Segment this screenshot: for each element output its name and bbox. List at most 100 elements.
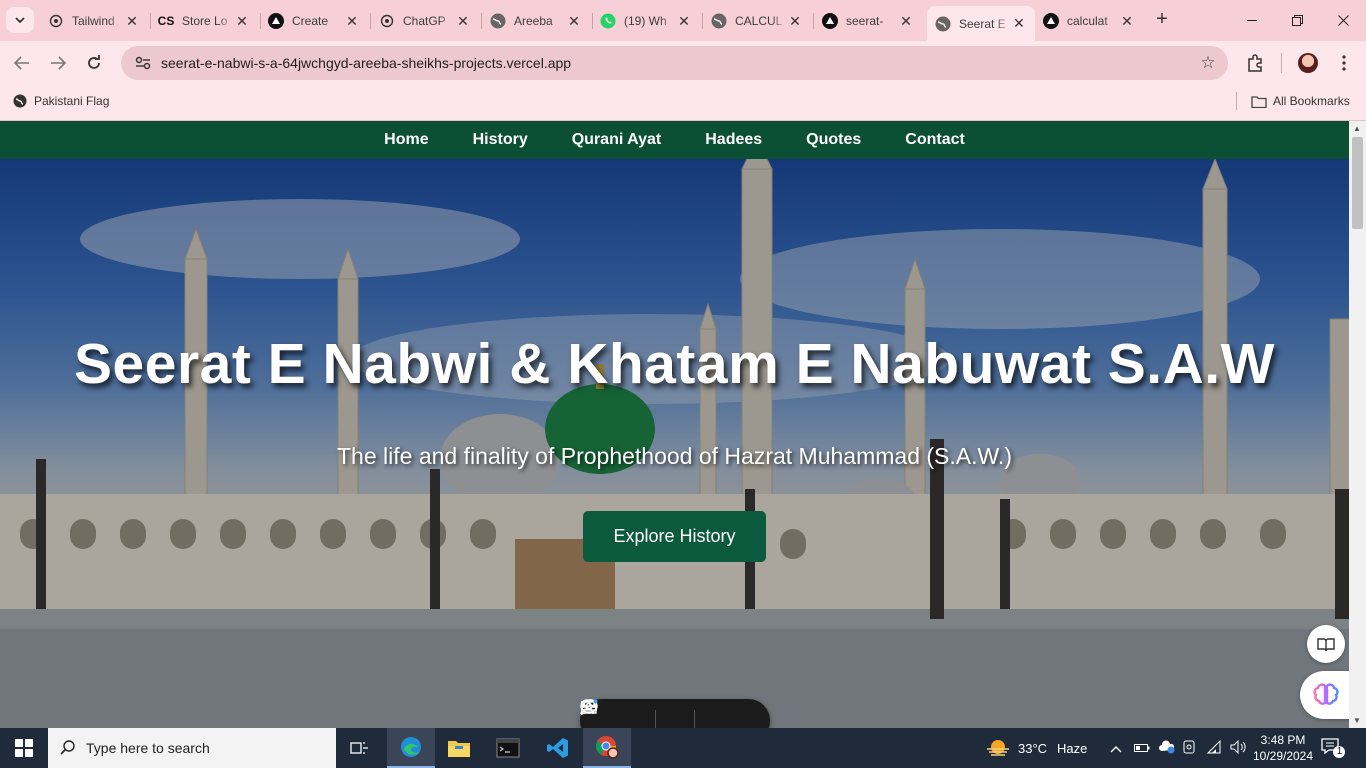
minimize-icon (1247, 19, 1257, 21)
add-user-button[interactable] (580, 700, 727, 729)
globe-icon (711, 13, 727, 29)
tab-title: Seerat E (959, 16, 1006, 31)
close-tab-icon[interactable]: ✕ (344, 13, 360, 30)
vercel-icon (268, 13, 284, 29)
tab-title: calculat (1067, 14, 1108, 28)
nav-contact[interactable]: Contact (905, 131, 965, 149)
taskbar-search-placeholder: Type here to search (86, 740, 210, 756)
browser-tab[interactable]: CS Store Lo ✕ (150, 6, 258, 36)
browser-tab[interactable]: Create ✕ (260, 6, 368, 36)
ai-assistant-button[interactable] (1300, 671, 1352, 719)
close-tab-icon[interactable]: ✕ (787, 13, 803, 30)
folder-icon (448, 741, 470, 757)
extensions-icon[interactable] (1243, 51, 1267, 75)
tab-search-button[interactable] (6, 7, 34, 33)
close-tab-icon[interactable]: ✕ (234, 13, 250, 30)
weather-widget[interactable]: 33°C Haze (985, 728, 1087, 768)
chatgpt-icon (379, 13, 395, 29)
bookmark-pakistani-flag[interactable]: Pakistani Flag (12, 93, 109, 109)
task-view-button[interactable] (336, 728, 384, 768)
taskbar-edge[interactable] (387, 728, 435, 768)
browser-tab[interactable]: (19) Wh ✕ (592, 6, 700, 36)
tune-icon (135, 56, 151, 70)
back-button[interactable] (8, 49, 36, 77)
nav-qurani-ayat[interactable]: Qurani Ayat (572, 131, 662, 149)
page-viewport: Home History Qurani Ayat Hadees Quotes C… (0, 121, 1349, 728)
hero-section: Seerat E Nabwi & Khatam E Nabuwat S.A.W … (0, 159, 1349, 728)
weather-condition: Haze (1057, 740, 1088, 756)
terminal-icon (496, 738, 520, 758)
system-clock[interactable]: 3:48 PM 10/29/2024 (1247, 732, 1319, 764)
new-tab-button[interactable]: + (1151, 9, 1173, 31)
site-settings-icon[interactable] (125, 56, 161, 70)
close-tab-icon[interactable]: ✕ (1011, 15, 1027, 32)
explore-history-button[interactable]: Explore History (583, 511, 766, 562)
taskbar-search[interactable]: Type here to search (48, 728, 336, 768)
scroll-up-arrow-icon[interactable]: ▲ (1353, 124, 1361, 133)
close-tab-icon[interactable]: ✕ (1119, 13, 1135, 30)
url-text[interactable]: seerat-e-nabwi-s-a-64jwchgyd-areeba-shei… (161, 55, 1188, 71)
onedrive-icon[interactable] (1158, 739, 1176, 757)
close-icon (1337, 15, 1349, 26)
browser-tab[interactable]: Areeba ✕ (482, 6, 590, 36)
restore-button[interactable] (1274, 0, 1320, 41)
taskbar-chrome[interactable] (583, 728, 631, 768)
inbox-button[interactable] (581, 700, 649, 729)
close-tab-icon[interactable]: ✕ (898, 13, 914, 30)
record-button[interactable] (580, 699, 688, 729)
menu-list-button[interactable] (581, 699, 759, 729)
start-button[interactable] (0, 728, 48, 768)
tab-title: Areeba (514, 14, 553, 28)
nav-quotes[interactable]: Quotes (806, 131, 861, 149)
bookmark-star-icon[interactable]: ☆ (1188, 53, 1228, 73)
windows-taskbar: Type here to search 33°C Haze 3:48 PM 10… (0, 728, 1366, 768)
taskbar-terminal[interactable] (484, 728, 532, 768)
close-tab-icon[interactable]: ✕ (566, 13, 582, 30)
floating-action-bar (580, 699, 770, 728)
address-bar[interactable]: seerat-e-nabwi-s-a-64jwchgyd-areeba-shei… (121, 46, 1228, 80)
taskbar-vscode[interactable] (534, 728, 582, 768)
tab-title: CALCUL (735, 14, 783, 28)
page-scrollbar[interactable]: ▲ ▼ (1349, 121, 1366, 728)
browser-tab[interactable]: seerat- ✕ (814, 6, 922, 36)
close-tab-icon[interactable]: ✕ (676, 13, 692, 30)
browser-tab[interactable]: ChatGP ✕ (371, 6, 479, 36)
task-view-icon (350, 742, 368, 754)
menu-button[interactable] (1332, 51, 1356, 75)
taskbar-file-explorer[interactable] (435, 728, 483, 768)
reload-button[interactable] (80, 49, 108, 77)
nav-history[interactable]: History (473, 131, 528, 149)
tab-title: ChatGP (403, 14, 446, 28)
volume-icon[interactable] (1230, 739, 1248, 757)
scroll-down-arrow-icon[interactable]: ▼ (1353, 716, 1361, 725)
forward-button[interactable] (44, 49, 72, 77)
bookmarks-divider (1236, 92, 1237, 110)
browser-tab[interactable]: calculat ✕ (1035, 6, 1143, 36)
nav-home[interactable]: Home (384, 131, 428, 149)
browser-tab[interactable]: Seerat E ✕ (927, 6, 1035, 41)
all-bookmarks-button[interactable]: All Bookmarks (1251, 93, 1350, 109)
battery-icon[interactable] (1134, 741, 1150, 756)
browser-tab[interactable]: Tailwind ✕ (40, 6, 148, 36)
tab-title: Store Lo (182, 14, 228, 28)
reading-mode-button[interactable] (1307, 625, 1345, 663)
show-hidden-icons-chevron-up-icon[interactable] (1110, 741, 1124, 756)
wifi-icon[interactable] (1206, 739, 1222, 757)
close-tab-icon[interactable]: ✕ (124, 13, 140, 30)
bookmark-label: Pakistani Flag (34, 94, 110, 108)
whatsapp-icon (600, 13, 616, 29)
chrome-icon (595, 736, 619, 759)
device-icon[interactable] (1182, 740, 1198, 757)
weather-temp: 33°C (1018, 740, 1048, 756)
notification-center-button[interactable]: 1 (1320, 736, 1346, 760)
minimize-button[interactable] (1229, 0, 1275, 41)
search-icon (60, 739, 76, 758)
close-tab-icon[interactable]: ✕ (455, 13, 471, 30)
profile-button[interactable] (1296, 51, 1320, 75)
browser-tab[interactable]: CALCUL ✕ (703, 6, 811, 36)
close-window-button[interactable] (1320, 0, 1366, 41)
folder-icon (1251, 93, 1267, 109)
nav-hadees[interactable]: Hadees (705, 131, 762, 149)
scrollbar-thumb[interactable] (1352, 137, 1363, 229)
bookmarks-bar: Pakistani Flag All Bookmarks (0, 85, 1366, 121)
